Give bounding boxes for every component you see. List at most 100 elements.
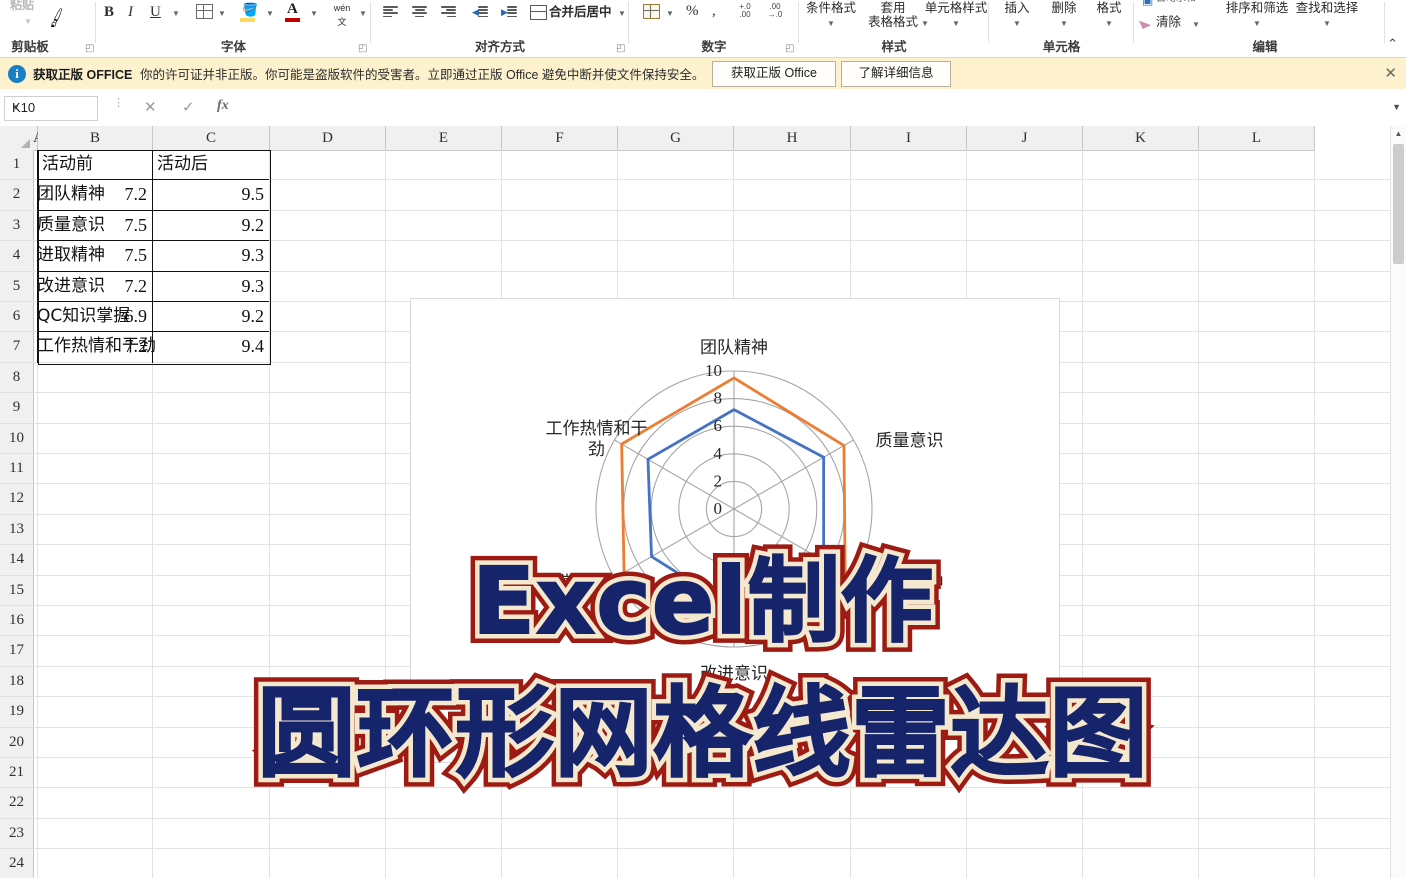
underline-chevron-down-icon[interactable]: ▼ [172, 9, 180, 18]
cell-style-chevron-down-icon[interactable]: ▼ [952, 19, 960, 28]
merge-center-button[interactable]: 合并后居中 [549, 5, 625, 19]
find-select-button[interactable]: 查找和选择 [1292, 1, 1362, 15]
table-format-button[interactable]: 套用 表格格式 [861, 1, 925, 29]
decrease-decimal-icon[interactable]: .00 →.0 [761, 3, 789, 19]
column-header-H[interactable]: H [734, 126, 851, 151]
row-header-4[interactable]: 4 [0, 241, 34, 272]
column-header-G[interactable]: G [618, 126, 734, 151]
formula-scroll-spacer [1391, 89, 1406, 126]
cancel-entry-icon[interactable]: ✕ [144, 98, 157, 116]
scroll-up-icon[interactable]: ▲ [1391, 126, 1406, 141]
column-header-B[interactable]: B [38, 126, 153, 151]
increase-indent-icon[interactable]: ▶ [501, 6, 517, 18]
phonetic-guide-icon[interactable]: wén 文 [329, 1, 355, 29]
table-format-chevron-down-icon[interactable]: ▼ [921, 19, 929, 28]
autosum-label[interactable]: 自动求和 [1156, 0, 1196, 4]
delete-chevron-down-icon[interactable]: ▼ [1060, 19, 1068, 28]
fill-color-swatch[interactable] [240, 18, 255, 22]
column-header-L[interactable]: L [1199, 126, 1315, 151]
phonetic-chevron-down-icon[interactable]: ▼ [359, 9, 367, 18]
number-dialog-launcher[interactable]: ◰ [785, 43, 794, 54]
collapse-ribbon-icon[interactable]: ⌃ [1387, 36, 1398, 52]
underline-button[interactable]: U [150, 4, 161, 21]
align-right-icon[interactable] [441, 6, 456, 18]
eraser-icon[interactable]: ◣ [1137, 14, 1151, 31]
get-genuine-office-button[interactable]: 获取正版 Office [712, 61, 836, 87]
borders-icon[interactable] [196, 4, 213, 19]
scrollbar-thumb[interactable] [1393, 144, 1404, 264]
conditional-chevron-down-icon[interactable]: ▼ [827, 19, 835, 28]
merge-center-icon[interactable] [530, 5, 547, 20]
row-header-8[interactable]: 8 [0, 362, 34, 394]
row-header-24[interactable]: 24 [0, 849, 34, 878]
column-header-E[interactable]: E [386, 126, 502, 151]
fill-color-chevron-down-icon[interactable]: ▼ [266, 9, 274, 18]
bold-button[interactable]: B [104, 4, 114, 21]
name-box-chevron-down-icon[interactable]: ▼ [12, 103, 91, 112]
delete-button[interactable]: 删除 [1044, 1, 1084, 15]
format-button[interactable]: 格式 [1089, 1, 1129, 15]
align-center-icon[interactable] [412, 6, 427, 18]
excel-window: 粘贴 ▼ 🖌 剪贴板 ◰ B I U ▼ ▼ 🪣 ▼ A ▼ wén 文 ▼ 字体… [0, 0, 1406, 878]
align-left-icon[interactable] [383, 6, 398, 18]
fill-color-icon[interactable]: 🪣 [242, 2, 258, 18]
row-header-23[interactable]: 23 [0, 818, 34, 850]
learn-more-button[interactable]: 了解详细信息 [841, 61, 951, 87]
format-painter-icon[interactable]: 🖌 [44, 6, 69, 29]
format-chevron-down-icon[interactable]: ▼ [1105, 19, 1113, 28]
clear-chevron-down-icon[interactable]: ▼ [1192, 20, 1200, 29]
increase-decimal-icon[interactable]: +.0.00 [731, 3, 759, 19]
insert-button[interactable]: 插入 [997, 1, 1037, 15]
column-header-C[interactable]: C [153, 126, 270, 151]
paste-chevron-down-icon[interactable]: ▼ [24, 17, 32, 26]
alignment-dialog-launcher[interactable]: ◰ [616, 43, 625, 54]
sort-filter-button[interactable]: 排序和筛选 [1222, 1, 1292, 15]
decrease-indent-icon[interactable]: ◀ [472, 6, 488, 18]
row-header-13[interactable]: 13 [0, 514, 34, 546]
cell-style-button[interactable]: 单元格样式 [923, 1, 989, 15]
merge-chevron-down-icon[interactable]: ▼ [618, 9, 626, 18]
row-header-7[interactable]: 7 [0, 332, 34, 363]
column-header-D[interactable]: D [270, 126, 386, 151]
column-header-I[interactable]: I [851, 126, 967, 151]
insert-function-icon[interactable]: fx [217, 98, 229, 114]
percent-style-button[interactable]: % [686, 3, 699, 20]
number-format-chevron-down-icon[interactable]: ▼ [666, 9, 674, 18]
row-header-1[interactable]: 1 [0, 150, 34, 181]
conditional-format-button[interactable]: 条件格式 [799, 1, 863, 15]
name-box[interactable]: K10 ▼ [4, 96, 98, 121]
row-header-2[interactable]: 2 [0, 180, 34, 211]
clipboard-dialog-launcher[interactable]: ◰ [85, 43, 94, 54]
column-header-K[interactable]: K [1083, 126, 1199, 151]
comma-style-button[interactable]: , [712, 3, 716, 20]
borders-chevron-down-icon[interactable]: ▼ [218, 9, 226, 18]
row-header-12[interactable]: 12 [0, 484, 34, 515]
number-format-icon[interactable] [643, 4, 660, 19]
formula-input[interactable] [243, 95, 1384, 120]
radar-category-label-0: 团队精神 [700, 338, 768, 358]
font-color-chevron-down-icon[interactable]: ▼ [310, 9, 318, 18]
formula-bar-handle[interactable]: ⋮ [113, 98, 124, 109]
row-header-5[interactable]: 5 [0, 271, 34, 302]
clear-button[interactable]: 清除 [1156, 15, 1192, 29]
sort-filter-chevron-down-icon[interactable]: ▼ [1253, 19, 1261, 28]
row-header-3[interactable]: 3 [0, 210, 34, 242]
column-header-J[interactable]: J [967, 126, 1083, 151]
row-header-10[interactable]: 10 [0, 423, 34, 454]
font-color-swatch[interactable] [285, 18, 300, 22]
row-header-11[interactable]: 11 [0, 454, 34, 485]
font-dialog-launcher[interactable]: ◰ [358, 43, 367, 54]
close-icon[interactable]: ✕ [1384, 64, 1397, 82]
row-header-6[interactable]: 6 [0, 302, 34, 333]
confirm-entry-icon[interactable]: ✓ [182, 98, 195, 116]
insert-chevron-down-icon[interactable]: ▼ [1013, 19, 1021, 28]
find-select-chevron-down-icon[interactable]: ▼ [1323, 19, 1331, 28]
select-all-corner[interactable] [0, 126, 34, 151]
column-header-F[interactable]: F [502, 126, 618, 151]
paste-button-label[interactable]: 粘贴 [10, 0, 34, 13]
autosum-icon[interactable]: ▣ [1142, 0, 1153, 6]
row-header-9[interactable]: 9 [0, 393, 34, 424]
radar-tick-label-8: 8 [714, 389, 723, 408]
font-color-letter[interactable]: A [287, 1, 298, 18]
italic-button[interactable]: I [128, 4, 133, 21]
